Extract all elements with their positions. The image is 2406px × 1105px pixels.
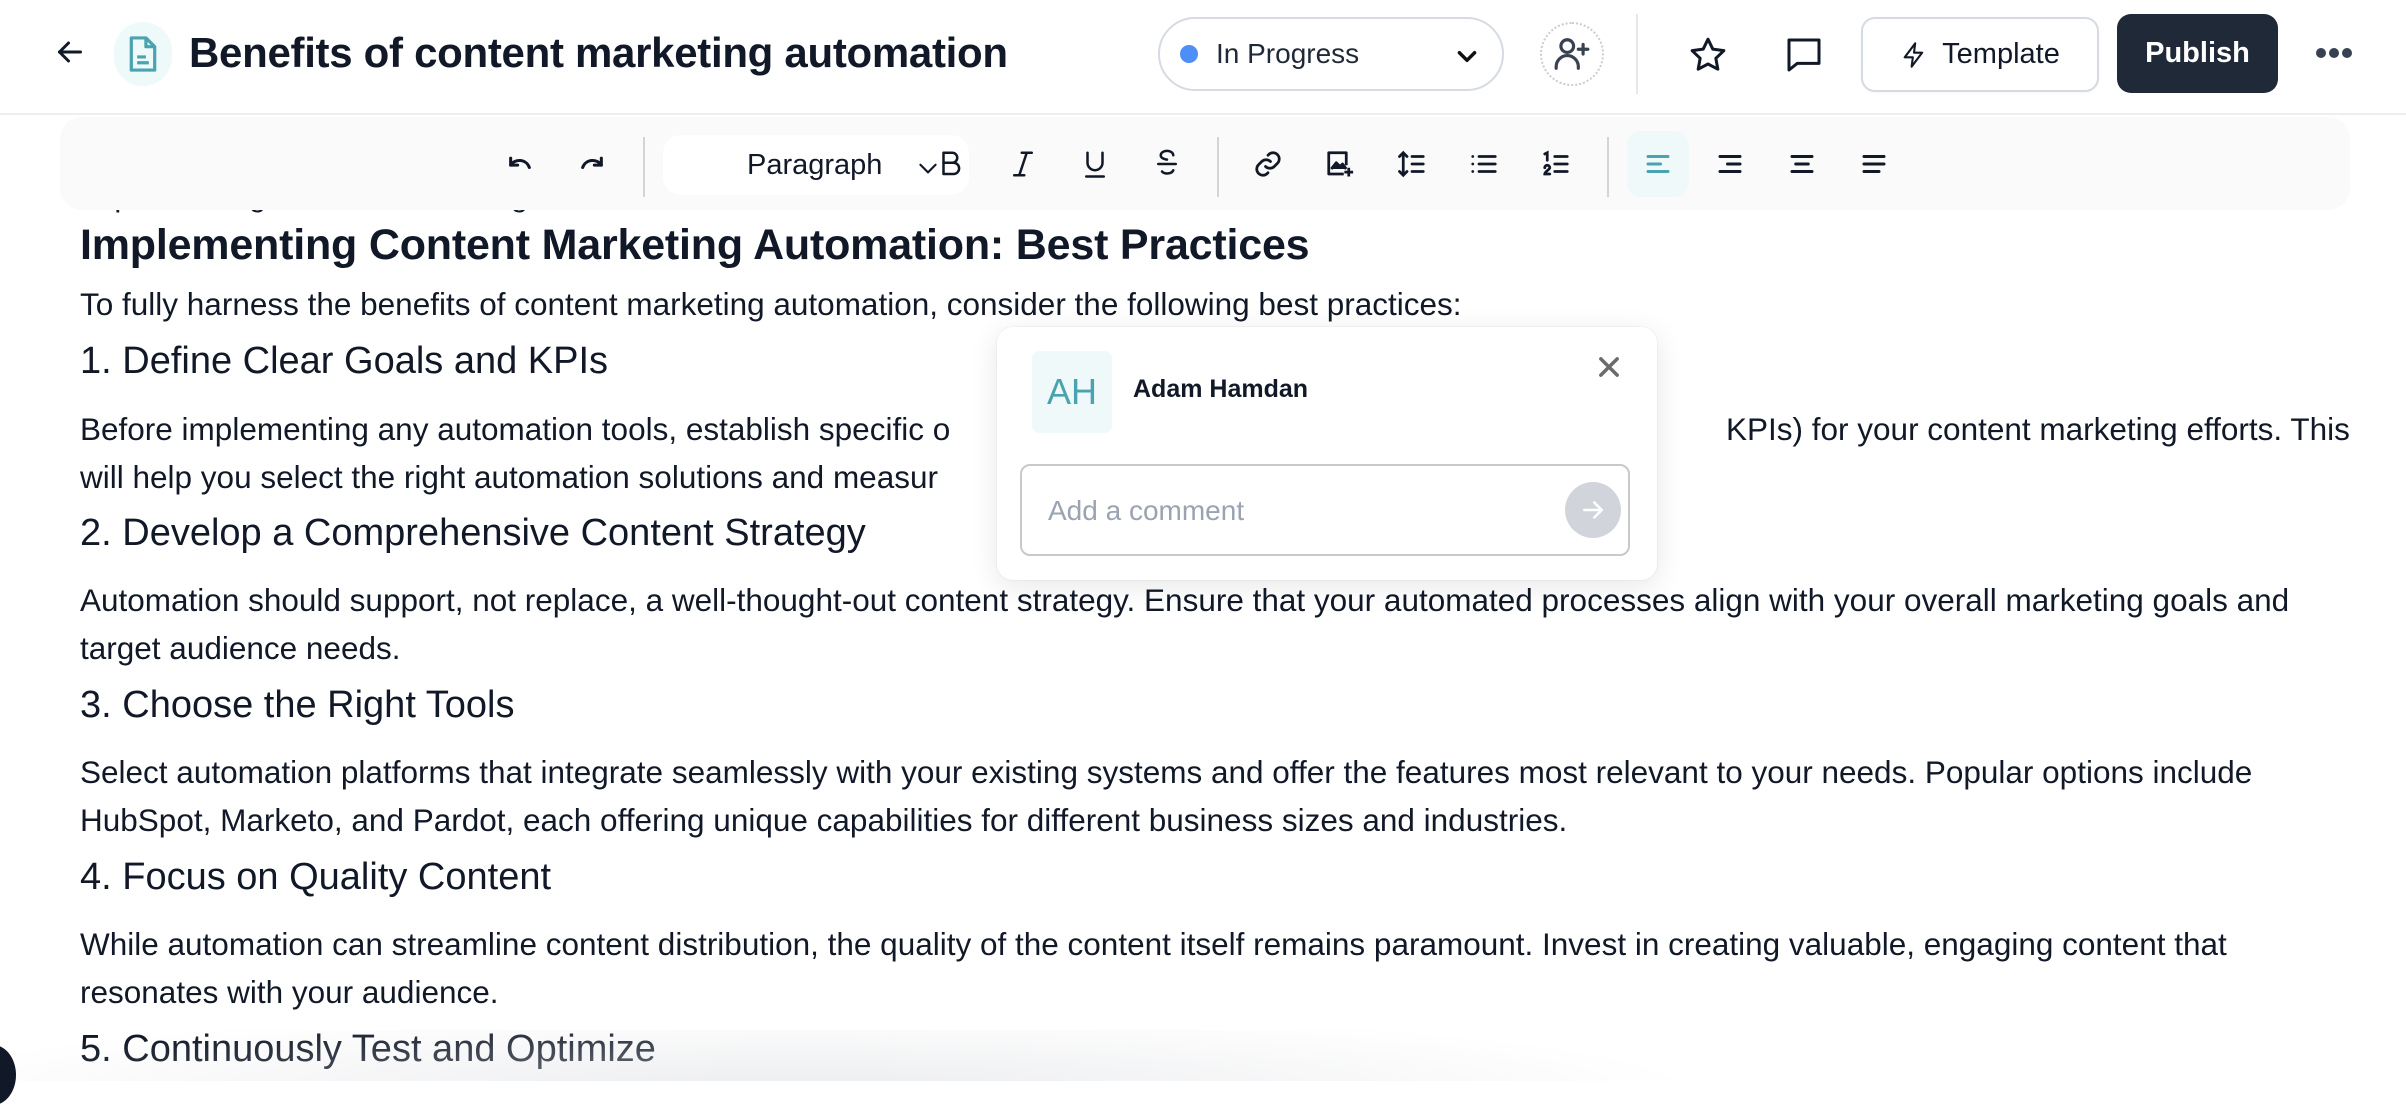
bold-icon	[942, 151, 961, 176]
send-comment-button[interactable]	[1565, 482, 1621, 538]
document-title[interactable]: Benefits of content marketing automation	[189, 24, 1008, 82]
publish-button[interactable]: Publish	[2117, 14, 2278, 93]
undo-button[interactable]	[496, 140, 544, 188]
top-bar: Benefits of content marketing automation…	[0, 0, 2406, 115]
bold-button[interactable]	[927, 140, 975, 188]
align-center-button[interactable]	[1778, 140, 1826, 188]
chevron-down-icon	[1457, 51, 1477, 63]
subheading: 2. Develop a Comprehensive Content Strat…	[80, 512, 866, 554]
document-icon	[114, 22, 172, 86]
lightning-icon	[1903, 41, 1924, 68]
section-heading: Implementing Content Marketing Automatio…	[80, 221, 1310, 269]
star-icon	[1690, 37, 1726, 71]
paragraph-continuation: KPIs) for your content marketing efforts…	[1726, 411, 2350, 447]
close-icon	[1599, 357, 1619, 377]
underline-icon	[1085, 151, 1105, 178]
template-button[interactable]: Template	[1861, 17, 2099, 92]
block-type-dropdown[interactable]: Paragraph	[663, 135, 969, 195]
paragraph: While automation can streamline content …	[80, 926, 2227, 1010]
arrow-right-icon	[1583, 501, 1603, 519]
toolbar-divider	[1217, 137, 1219, 197]
line-height-button[interactable]	[1388, 140, 1436, 188]
close-button[interactable]	[1591, 349, 1627, 385]
underline-button[interactable]	[1071, 140, 1119, 188]
link-icon	[1255, 151, 1281, 177]
status-dropdown[interactable]: In Progress	[1158, 17, 1504, 91]
toolbar-divider	[643, 137, 645, 197]
corner-widget[interactable]	[0, 1045, 16, 1105]
insert-image-button[interactable]	[1316, 140, 1364, 188]
paragraph: Select automation platforms that integra…	[80, 754, 2253, 838]
comment-user-name: Adam Hamdan	[1133, 375, 1309, 403]
user-plus-icon	[1554, 38, 1590, 70]
comment-input[interactable]	[1046, 466, 1530, 556]
italic-button[interactable]	[999, 140, 1047, 188]
strikethrough-button[interactable]	[1143, 140, 1191, 188]
numbered-list-icon	[1543, 150, 1569, 176]
line-height-icon	[1398, 150, 1425, 178]
numbered-list-button[interactable]	[1532, 140, 1580, 188]
intro-paragraph: To fully harness the benefits of content…	[80, 286, 1462, 322]
add-collaborator-button[interactable]	[1540, 22, 1604, 86]
redo-icon	[581, 156, 603, 170]
bullet-list-icon	[1471, 155, 1497, 173]
back-button[interactable]	[52, 34, 88, 70]
header-divider	[1636, 14, 1638, 94]
favorite-button[interactable]	[1682, 29, 1734, 81]
status-label: In Progress	[1216, 38, 1360, 69]
subheading: 4. Focus on Quality Content	[80, 856, 552, 898]
undo-icon	[509, 156, 531, 170]
subheading: 1. Define Clear Goals and KPIs	[80, 340, 609, 382]
arrow-left-icon	[58, 41, 82, 63]
redo-button[interactable]	[568, 140, 616, 188]
align-justify-button[interactable]	[1850, 140, 1898, 188]
comment-input-box	[1020, 464, 1630, 556]
align-right-button[interactable]	[1706, 140, 1754, 188]
paragraph: Automation should support, not replace, …	[80, 582, 2290, 666]
italic-icon	[1013, 151, 1033, 177]
more-horizontal-icon	[2316, 48, 2326, 58]
bullet-list-button[interactable]	[1460, 140, 1508, 188]
toolbar-divider	[1607, 137, 1609, 197]
template-label: Template	[1942, 38, 2060, 70]
align-left-icon	[1646, 155, 1670, 173]
align-right-icon	[1718, 155, 1742, 173]
image-add-icon	[1327, 151, 1354, 177]
subheading: 3. Choose the Right Tools	[80, 684, 515, 726]
more-options-button[interactable]	[2308, 30, 2360, 76]
align-center-icon	[1790, 155, 1814, 173]
comment-popup: AH Adam Hamdan	[997, 327, 1657, 580]
align-justify-icon	[1862, 155, 1886, 173]
formatting-toolbar: Paragraph	[60, 117, 2350, 210]
block-type-label: Paragraph	[747, 148, 883, 181]
subheading: 5. Continuously Test and Optimize	[80, 1028, 656, 1070]
comments-button[interactable]	[1778, 29, 1830, 81]
link-button[interactable]	[1244, 140, 1292, 188]
comment-icon	[1787, 38, 1821, 72]
avatar: AH	[1032, 351, 1112, 433]
strikethrough-icon	[1157, 149, 1177, 175]
align-left-button[interactable]	[1627, 131, 1689, 197]
status-dot	[1180, 45, 1198, 63]
